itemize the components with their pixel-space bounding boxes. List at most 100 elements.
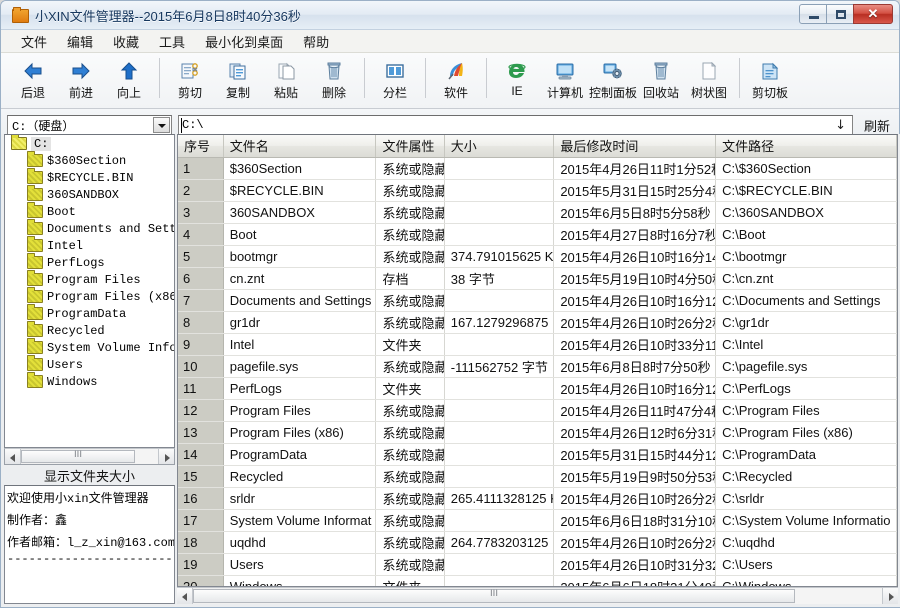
table-row[interactable]: 3 360SANDBOX 系统或隐藏 2015年6月5日8时5分58秒 C:\360SA…: [178, 201, 897, 224]
menu-minimize-to-desktop[interactable]: 最小化到桌面: [195, 29, 293, 54]
column-header-index[interactable]: 序号: [178, 135, 224, 158]
cell-attributes: 文件夹: [375, 333, 445, 356]
table-row[interactable]: 1 $360Section 系统或隐藏 2015年4月26日11时1分52秒 C:\$3…: [178, 157, 897, 180]
tree-item[interactable]: Boot: [5, 202, 174, 220]
toolbar-control-panel-button[interactable]: 控制面板: [589, 56, 637, 105]
scrollbar-thumb[interactable]: [193, 589, 795, 603]
menu-edit[interactable]: 编辑: [57, 29, 103, 54]
toolbar-paste-button[interactable]: 粘贴: [262, 56, 310, 105]
toolbar-separator: [159, 58, 160, 98]
tree-item[interactable]: Program Files: [5, 270, 174, 288]
tree-item[interactable]: Windows: [5, 372, 174, 390]
toolbar-recycle-bin-button[interactable]: 回收站: [637, 56, 685, 105]
maximize-button[interactable]: [826, 4, 854, 24]
minimize-icon: [809, 16, 819, 19]
cell-filename: pagefile.sys: [223, 355, 377, 378]
scroll-right-arrow-icon[interactable]: [882, 588, 898, 604]
table-row[interactable]: 10 pagefile.sys 系统或隐藏 -111562752 字节 2015年6月8…: [178, 355, 897, 378]
table-row[interactable]: 12 Program Files 系统或隐藏 2015年4月26日11时47分4秒 C:…: [178, 399, 897, 422]
toolbar-delete-button[interactable]: 删除: [310, 56, 358, 105]
column-header-filename[interactable]: 文件名: [223, 135, 377, 158]
toolbar-cut-button[interactable]: 剪切: [166, 56, 214, 105]
tree-item[interactable]: Documents and Settin: [5, 219, 174, 237]
cell-size: [444, 575, 555, 586]
refresh-button[interactable]: 刷新: [859, 115, 895, 136]
tree-item-label: Program Files: [47, 272, 141, 287]
table-row[interactable]: 6 cn.znt 存档 38 字节 2015年5月19日10时4分50秒 C:\cn.zn…: [178, 267, 897, 290]
chevron-down-icon[interactable]: [153, 117, 170, 133]
tree-item[interactable]: $RECYCLE.BIN: [5, 168, 174, 186]
tree-item[interactable]: Intel: [5, 236, 174, 254]
cell-index: 14: [178, 443, 224, 466]
toolbar-tree-view-button[interactable]: 树状图: [685, 56, 733, 105]
tree-horizontal-scrollbar[interactable]: [4, 448, 175, 465]
column-header-modified[interactable]: 最后修改时间: [553, 135, 717, 158]
scroll-left-arrow-icon[interactable]: [177, 588, 193, 604]
close-button[interactable]: ✕: [853, 4, 893, 24]
toolbar-back-button[interactable]: 后退: [9, 56, 57, 105]
menu-help[interactable]: 帮助: [293, 29, 339, 54]
scroll-right-arrow-icon[interactable]: [158, 449, 174, 464]
table-row[interactable]: 11 PerfLogs 文件夹 2015年4月26日10时16分12秒 C:\PerfL…: [178, 377, 897, 400]
tree-item[interactable]: 360SANDBOX: [5, 185, 174, 203]
drive-select[interactable]: C:（硬盘）: [7, 115, 172, 135]
cell-size: [444, 157, 555, 180]
tree-item-label: $RECYCLE.BIN: [47, 170, 134, 185]
cell-filename: System Volume Informat: [223, 509, 377, 532]
table-row[interactable]: 14 ProgramData 系统或隐藏 2015年5月31日15时44分12秒 C:\…: [178, 443, 897, 466]
scrollbar-thumb[interactable]: [21, 450, 135, 463]
folder-icon: [27, 202, 43, 218]
toolbar-forward-button[interactable]: 前进: [57, 56, 105, 105]
folder-tree[interactable]: C: $360Section $RECYCLE.BIN 360SANDBOX B…: [4, 134, 175, 448]
table-row[interactable]: 18uqdhd系统或隐藏264.7783203125 KB2015年4月26日1…: [178, 531, 897, 554]
toolbar-copy-button[interactable]: 复制: [214, 56, 262, 105]
path-input[interactable]: C:\ ↓: [178, 115, 853, 135]
tree-item[interactable]: PerfLogs: [5, 253, 174, 271]
table-row[interactable]: 5 bootmgr 系统或隐藏 374.791015625 KB 2015年4月26日1…: [178, 245, 897, 268]
tree-item[interactable]: $360Section: [5, 151, 174, 169]
toolbar-delete-label: 删除: [321, 86, 346, 100]
menu-favorites[interactable]: 收藏: [103, 29, 149, 54]
cell-attributes: 文件夹: [375, 377, 445, 400]
table-row[interactable]: 17 System Volume Informat 系统或隐藏 2015年6月6日18…: [178, 509, 897, 532]
table-row[interactable]: 20 Windows 文件夹 2015年6月6日18时31分49秒 C:\Windows: [178, 575, 897, 586]
scroll-left-arrow-icon[interactable]: [5, 449, 21, 464]
tree-item[interactable]: Recycled: [5, 321, 174, 339]
toolbar-clipboard-button[interactable]: 剪切板: [746, 56, 794, 105]
table-row[interactable]: 4 Boot 系统或隐藏 2015年4月27日8时16分7秒 C:\Boot: [178, 223, 897, 246]
tree-item[interactable]: Users: [5, 355, 174, 373]
cell-filename: ProgramData: [223, 443, 377, 466]
tree-item[interactable]: Program Files (x86): [5, 287, 174, 305]
scrollbar-track[interactable]: [795, 588, 882, 604]
table-row[interactable]: 2 $RECYCLE.BIN 系统或隐藏 2015年5月31日15时25分4秒 C:\$…: [178, 179, 897, 202]
column-header-size[interactable]: 大小: [444, 135, 555, 158]
path-dropdown-icon[interactable]: ↓: [835, 118, 846, 133]
toolbar-software-button[interactable]: 软件: [432, 56, 480, 105]
toolbar-split-button[interactable]: 分栏: [371, 56, 419, 105]
menu-file[interactable]: 文件: [11, 29, 57, 54]
column-header-attributes[interactable]: 文件属性: [375, 135, 445, 158]
table-row[interactable]: 16srldr系统或隐藏265.4111328125 KB2015年4月26日1…: [178, 487, 897, 510]
table-row[interactable]: 13 Program Files (x86) 系统或隐藏 2015年4月26日12时6…: [178, 421, 897, 444]
cell-attributes: 系统或隐藏: [375, 553, 445, 576]
tree-item[interactable]: System Volume Inform: [5, 338, 174, 356]
show-folder-size-button[interactable]: 显示文件夹大小: [4, 465, 175, 485]
toolbar-ie-button[interactable]: IE: [493, 56, 541, 105]
tree-item[interactable]: ProgramData: [5, 304, 174, 322]
menu-tools[interactable]: 工具: [149, 29, 195, 54]
table-row[interactable]: 9 Intel 文件夹 2015年4月26日10时33分11秒 C:\Intel: [178, 333, 897, 356]
scrollbar-track[interactable]: [135, 449, 158, 464]
table-row[interactable]: 15 Recycled 系统或隐藏 2015年5月19日9时50分53秒 C:\Recy…: [178, 465, 897, 488]
file-list-horizontal-scrollbar[interactable]: [177, 587, 898, 604]
cell-filename: Intel: [223, 333, 377, 356]
cell-size: -111562752 字节: [444, 355, 555, 378]
toolbar-up-button[interactable]: 向上: [105, 56, 153, 105]
tree-root-item[interactable]: C:: [5, 135, 174, 152]
minimize-button[interactable]: [799, 4, 827, 24]
toolbar-computer-button[interactable]: 计算机: [541, 56, 589, 105]
table-row[interactable]: 8gr1dr系统或隐藏167.1279296875 KB2015年4月26日10…: [178, 311, 897, 334]
table-row[interactable]: 7 Documents and Settings 系统或隐藏 2015年4月26日10…: [178, 289, 897, 312]
cell-path: C:\Documents and Settings: [715, 289, 897, 312]
column-header-path[interactable]: 文件路径: [715, 135, 897, 158]
table-row[interactable]: 19 Users 系统或隐藏 2015年4月26日10时31分32秒 C:\Users: [178, 553, 897, 576]
